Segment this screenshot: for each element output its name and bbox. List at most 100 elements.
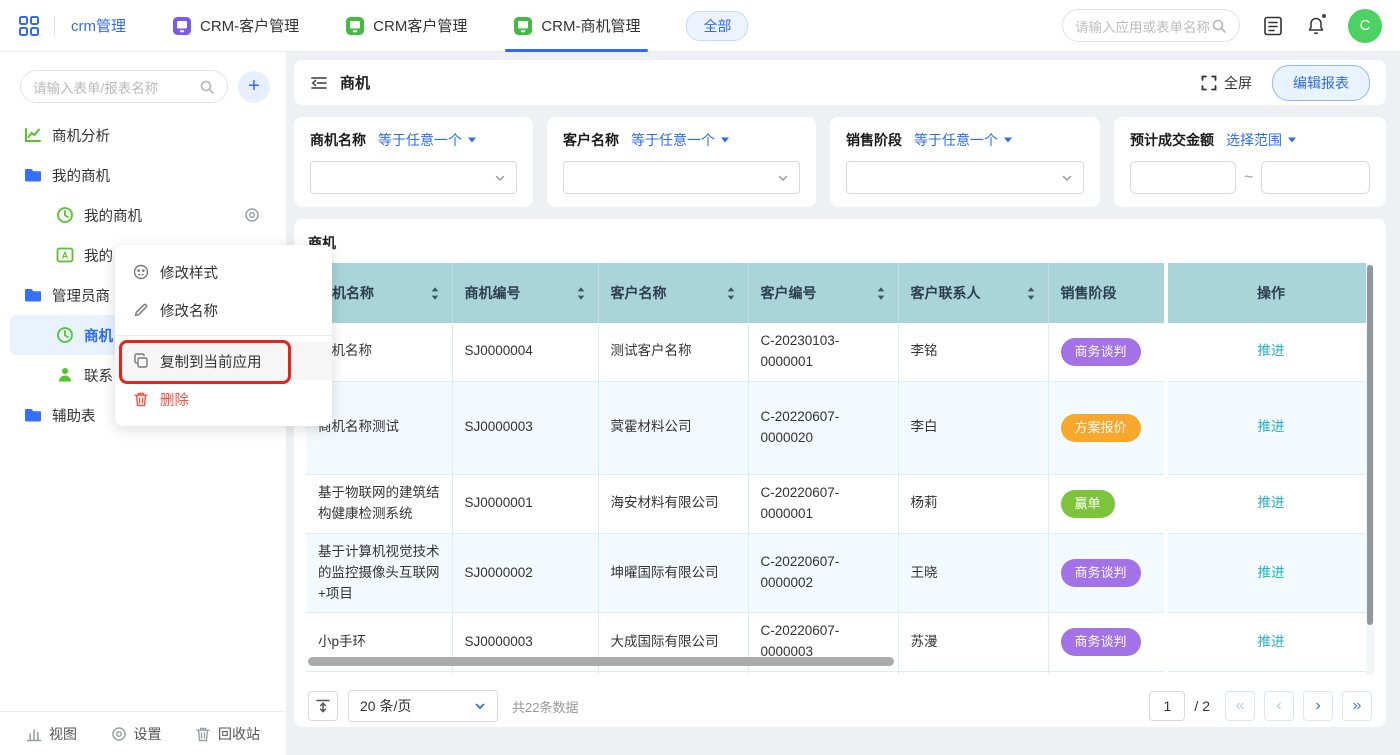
customer-name: 海安材料有限公司 [598,474,748,533]
filter-condition-dropdown[interactable]: 等于任意一个 [631,130,730,150]
address-book-icon[interactable] [1262,15,1284,37]
current-page-input[interactable]: 1 [1149,691,1185,721]
sidebar-item-2[interactable]: 我的商机 [10,195,276,235]
customer-contact: 李秀红 [898,672,1048,674]
caret-down-icon [467,136,477,144]
app-tab-label: CRM客户管理 [373,15,467,36]
last-page-button[interactable]: » [1342,691,1372,721]
next-page-button[interactable]: › [1303,691,1333,721]
row-height-button[interactable] [308,691,338,721]
sidebar-footer-label: 视图 [49,724,77,744]
range-min-input[interactable] [1130,161,1236,194]
face-icon [133,264,149,280]
filter-value-select[interactable] [563,161,800,194]
action-cell: 推进 [1166,381,1374,474]
column-header-label: 客户名称 [611,283,667,303]
action-cell: 推进 [1166,672,1374,674]
table-panel: 商机 商机名称商机编号客户名称客户编号客户联系人销售阶段操作 商机名称SJ000… [294,219,1386,727]
column-header-6[interactable]: 操作 [1166,263,1374,323]
customer-code: C-20230103-0000001 [748,323,898,381]
column-header-3[interactable]: 客户编号 [748,263,898,323]
user-avatar[interactable]: C [1348,9,1382,43]
opportunity-name: 掘金三板 [306,672,452,674]
app-tab-2[interactable]: CRM客户管理 [345,0,467,52]
customer-contact: 李铭 [898,323,1048,381]
vertical-scrollbar-thumb[interactable] [1367,265,1373,625]
app-tab-1[interactable]: CRM-客户管理 [172,0,299,52]
form-search-input[interactable]: 请输入表单/报表名称 [20,70,228,103]
filter-condition-dropdown[interactable]: 等于任意一个 [378,130,477,150]
opportunity-code: SJ0000004 [452,672,598,674]
chart-icon [24,126,42,144]
filter-value-select[interactable] [846,161,1084,194]
edit-report-button[interactable]: 编辑报表 [1272,65,1370,101]
chevron-down-icon [474,700,486,712]
app-tab-label: CRM-商机管理 [541,15,640,36]
menu-item-0[interactable]: 修改样式 [115,253,332,291]
chevron-down-icon [777,172,789,184]
sidebar-footer-1[interactable]: 设置 [111,724,162,744]
sidebar-footer-2[interactable]: 回收站 [195,724,260,744]
add-form-button[interactable]: + [238,71,270,103]
sales-stage-cell: 赢单 [1048,474,1166,533]
opportunity-name: 基于物联网的建筑结构健康检测系统 [306,474,452,533]
app-tab-3[interactable]: CRM-商机管理 [513,0,640,52]
menu-item-label: 修改名称 [160,300,218,321]
caret-down-icon [1003,136,1013,144]
app-tab-0[interactable]: crm管理 [71,0,126,52]
notification-bell-icon[interactable] [1306,16,1326,36]
clock-icon [56,206,74,224]
app-tab-label: CRM-客户管理 [200,15,299,36]
action-cell: 推进 [1166,323,1374,381]
folder-icon [24,166,42,184]
sort-icon [1026,286,1036,301]
filter-header: 预计成交金额选择范围 [1130,130,1370,150]
sidebar-footer-0[interactable]: 视图 [26,724,77,744]
page-size-select[interactable]: 20 条/页 [348,690,498,722]
column-header-1[interactable]: 商机编号 [452,263,598,323]
filter-condition-dropdown[interactable]: 等于任意一个 [914,130,1013,150]
column-header-inner: 商机编号 [465,283,586,303]
clock-icon [56,326,74,344]
advance-link[interactable]: 推进 [1258,495,1285,510]
menu-item-3[interactable]: 删除 [115,380,332,418]
apps-grid-icon[interactable] [18,15,40,37]
filter-label: 销售阶段 [846,130,902,150]
sidebar-item-label: 辅助表 [52,405,96,426]
first-page-button[interactable]: « [1225,691,1255,721]
sidebar-item-1[interactable]: 我的商机 [10,155,276,195]
opportunity-name: 基于计算机视觉技术的监控摄像头互联网+项目 [306,533,452,613]
action-cell: 推进 [1166,613,1374,672]
opportunity-code: SJ0000002 [452,533,598,613]
advance-link[interactable]: 推进 [1258,343,1285,358]
column-header-2[interactable]: 客户名称 [598,263,748,323]
global-search-input[interactable]: 请输入应用或表单名称 [1062,9,1240,42]
menu-item-1[interactable]: 修改名称 [115,291,332,329]
customer-name: 测试客户名称 [598,323,748,381]
table-scroll-area: 商机名称商机编号客户名称客户编号客户联系人销售阶段操作 商机名称SJ000000… [306,263,1374,674]
customer-contact: 李白 [898,381,1048,474]
collapse-sidebar-icon[interactable] [310,74,328,92]
prev-page-button[interactable]: ‹ [1264,691,1294,721]
range-max-input[interactable] [1261,161,1370,194]
filter-condition-dropdown[interactable]: 选择范围 [1226,130,1297,150]
stage-badge: 方案报价 [1061,414,1141,442]
column-header-inner: 客户编号 [761,283,886,303]
menu-item-2[interactable]: 复制到当前应用 [115,342,332,380]
opportunity-code: SJ0000003 [452,381,598,474]
advance-link[interactable]: 推进 [1258,634,1285,649]
column-header-5[interactable]: 销售阶段 [1048,263,1166,323]
vertical-scrollbar[interactable] [1366,263,1374,674]
all-filter-pill[interactable]: 全部 [686,11,748,41]
gear-icon[interactable] [244,207,260,223]
sidebar-item-0[interactable]: 商机分析 [10,115,276,155]
advance-link[interactable]: 推进 [1258,565,1285,580]
sidebar-footer-label: 设置 [134,724,162,744]
filter-card-3: 预计成交金额选择范围~ [1114,117,1386,207]
fullscreen-button[interactable]: 全屏 [1201,73,1252,93]
horizontal-scrollbar-thumb[interactable] [308,657,894,666]
filter-value-select[interactable] [310,161,517,194]
advance-link[interactable]: 推进 [1258,419,1285,434]
sidebar-item-label: 商机分析 [52,125,110,146]
column-header-4[interactable]: 客户联系人 [898,263,1048,323]
